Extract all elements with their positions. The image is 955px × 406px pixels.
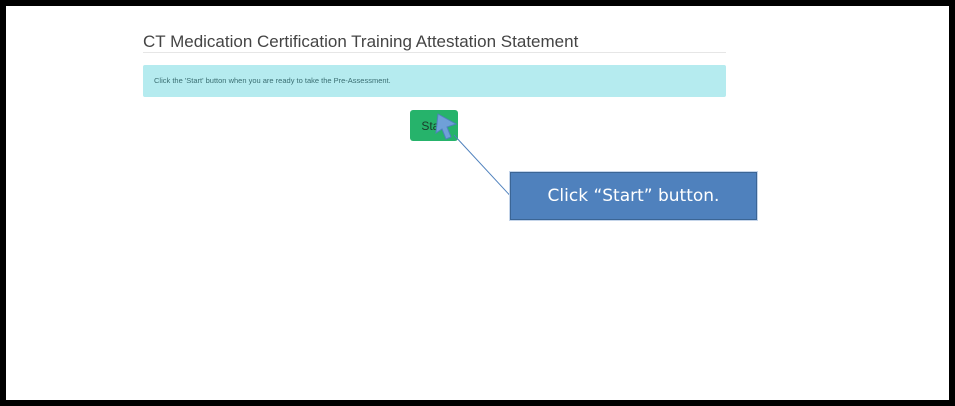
start-button[interactable]: Start — [410, 110, 458, 141]
callout-box: Click “Start” button. — [509, 171, 758, 221]
title-divider — [143, 52, 726, 53]
callout-leader-line — [453, 134, 517, 203]
page-title: CT Medication Certification Training Att… — [143, 32, 579, 51]
screenshot-frame: CT Medication Certification Training Att… — [6, 6, 949, 400]
info-banner: Click the 'Start' button when you are re… — [143, 65, 726, 97]
